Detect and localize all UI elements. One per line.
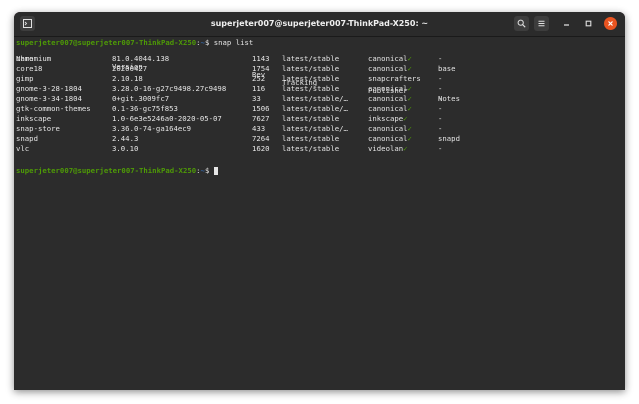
search-button[interactable] <box>514 16 529 31</box>
cell-name: snapd <box>16 134 38 143</box>
cell-notes: - <box>438 124 443 133</box>
cell-version: 3.36.0-74-ga164ec9 <box>112 124 192 133</box>
cell-tracking: latest/stable <box>282 134 340 143</box>
cell-name: gnome-3-28-1804 <box>16 84 82 93</box>
verified-check-icon: ✓ <box>407 134 412 143</box>
cell-notes: - <box>438 94 443 103</box>
cell-version: 1.0-6e3e5246a0-2020-05-07 <box>112 114 222 123</box>
cell-tracking: latest/stable <box>282 74 340 83</box>
cell-publisher: canonical✓ <box>368 54 412 63</box>
cell-rev: 116 <box>252 84 266 93</box>
cell-tracking: latest/stable <box>282 114 340 123</box>
verified-check-icon: ✓ <box>407 124 412 133</box>
cell-name: chromium <box>16 54 52 63</box>
cell-rev: 33 <box>252 94 261 103</box>
cell-tracking: latest/stable <box>282 54 340 63</box>
cell-rev: 433 <box>252 124 266 133</box>
cell-rev: 252 <box>252 74 266 83</box>
cell-notes: - <box>438 54 443 63</box>
cell-publisher: canonical✓ <box>368 104 412 113</box>
cell-publisher: canonical✓ <box>368 64 412 73</box>
cell-notes: - <box>438 104 443 113</box>
cell-version: 0+git.3009fc7 <box>112 94 170 103</box>
cell-name: gimp <box>16 74 34 83</box>
cell-publisher: canonical✓ <box>368 94 412 103</box>
cell-version: 2.44.3 <box>112 134 139 143</box>
title-bar[interactable]: superjeter007@superjeter007-ThinkPad-X25… <box>14 12 625 37</box>
verified-check-icon: ✓ <box>403 144 408 153</box>
verified-check-icon: ✓ <box>407 104 412 113</box>
cell-publisher: videolan✓ <box>368 144 408 153</box>
cell-tracking: latest/stable <box>282 84 340 93</box>
cell-tracking: latest/stable/… <box>282 94 348 103</box>
hamburger-menu-icon <box>538 20 545 27</box>
cell-version: 3.0.10 <box>112 144 139 153</box>
cell-tracking: latest/stable <box>282 144 340 153</box>
minimize-button[interactable] <box>560 17 573 30</box>
verified-check-icon: ✓ <box>403 114 408 123</box>
verified-check-icon: ✓ <box>407 94 412 103</box>
cell-rev: 7264 <box>252 134 270 143</box>
cell-notes: snapd <box>438 134 460 143</box>
cell-version: 2.10.18 <box>112 74 143 83</box>
prompt-user: superjeter007@superjeter007-ThinkPad-X25… <box>16 38 197 47</box>
cell-notes: - <box>438 74 443 83</box>
prompt-symbol: $ <box>204 166 210 175</box>
cell-tracking: latest/stable/… <box>282 124 348 133</box>
cell-name: core18 <box>16 64 43 73</box>
cell-name: inkscape <box>16 114 52 123</box>
cell-name: vlc <box>16 144 30 153</box>
verified-check-icon: ✓ <box>407 84 412 93</box>
cell-version: 81.0.4044.138 <box>112 54 170 63</box>
cell-rev: 7627 <box>252 114 270 123</box>
command-line: superjeter007@superjeter007-ThinkPad-X25… <box>16 39 253 47</box>
cell-name: snap-store <box>16 124 60 133</box>
cell-version: 3.28.0-16-g27c9498.27c9498 <box>112 84 227 93</box>
maximize-icon <box>585 20 592 27</box>
cell-notes: - <box>438 144 443 153</box>
cell-publisher: inkscape✓ <box>368 114 408 123</box>
prompt-line: superjeter007@superjeter007-ThinkPad-X25… <box>16 167 218 175</box>
cell-publisher: canonical✓ <box>368 134 412 143</box>
terminal-output[interactable]: superjeter007@superjeter007-ThinkPad-X25… <box>14 37 625 390</box>
cell-notes: base <box>438 64 456 73</box>
prompt-symbol: $ <box>204 38 210 47</box>
search-icon <box>517 19 526 28</box>
verified-check-icon: ✓ <box>407 64 412 73</box>
terminal-window: superjeter007@superjeter007-ThinkPad-X25… <box>14 12 625 390</box>
cell-notes: - <box>438 84 443 93</box>
cell-rev: 1506 <box>252 104 270 113</box>
cell-name: gtk-common-themes <box>16 104 91 113</box>
cell-publisher: canonical✓ <box>368 84 412 93</box>
cell-version: 20200427 <box>112 64 148 73</box>
cell-publisher: canonical✓ <box>368 124 412 133</box>
close-icon <box>608 21 613 26</box>
text-cursor <box>213 167 218 175</box>
cell-rev: 1754 <box>252 64 270 73</box>
cell-tracking: latest/stable/… <box>282 104 348 113</box>
cell-name: gnome-3-34-1804 <box>16 94 82 103</box>
cell-notes: - <box>438 114 443 123</box>
cell-tracking: latest/stable <box>282 64 340 73</box>
prompt-user: superjeter007@superjeter007-ThinkPad-X25… <box>16 166 197 175</box>
verified-check-icon: ✓ <box>407 54 412 63</box>
minimize-icon <box>564 24 569 26</box>
cell-publisher: snapcrafters <box>368 74 421 83</box>
command-text: snap list <box>213 38 254 47</box>
close-button[interactable] <box>604 17 617 30</box>
cell-rev: 1143 <box>252 54 270 63</box>
cell-version: 0.1-36-gc75f853 <box>112 104 178 113</box>
maximize-button[interactable] <box>582 17 595 30</box>
cell-rev: 1620 <box>252 144 270 153</box>
menu-button[interactable] <box>534 16 549 31</box>
